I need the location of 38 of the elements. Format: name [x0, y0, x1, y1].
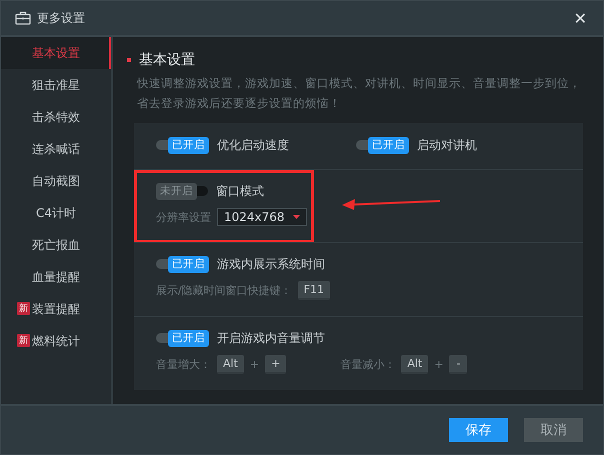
- toggle-label: 优化启动速度: [217, 136, 289, 154]
- toggle-label: 窗口模式: [216, 182, 264, 200]
- toggle-label: 游戏内展示系统时间: [217, 256, 325, 272]
- field-label: 分辨率设置: [156, 210, 211, 224]
- shortcut-label: 展示/隐藏时间窗口快捷键：: [156, 283, 292, 298]
- sidebar-item[interactable]: 血量提醒: [1, 261, 111, 293]
- key-cap[interactable]: F11: [298, 281, 330, 300]
- plus-sign: +: [434, 358, 444, 371]
- section-heading: 基本设置: [139, 51, 195, 69]
- close-button[interactable]: ✕: [570, 8, 591, 28]
- key-cap[interactable]: Alt: [217, 355, 244, 374]
- toggle-label: 开启游戏内音量调节: [217, 330, 325, 346]
- new-badge: 新: [17, 302, 30, 315]
- sidebar-item[interactable]: 基本设置: [1, 37, 111, 69]
- resolution-dropdown[interactable]: 1024x768: [217, 208, 307, 226]
- cancel-button[interactable]: 取消: [524, 418, 583, 442]
- plus-sign: +: [250, 358, 260, 371]
- sidebar-item[interactable]: 新 燃料统计: [1, 325, 111, 357]
- key-cap[interactable]: Alt: [401, 355, 428, 374]
- caret-icon: [292, 215, 300, 219]
- key-cap[interactable]: -: [449, 355, 468, 374]
- shortcut-label: 音量增大：: [156, 357, 211, 372]
- bullet-icon: [127, 58, 131, 62]
- sidebar-item[interactable]: 死亡报血: [1, 229, 111, 261]
- save-button[interactable]: 保存: [449, 418, 508, 442]
- toggle-label: 启动对讲机: [417, 136, 477, 154]
- key-cap[interactable]: +: [265, 355, 286, 374]
- toolbox-icon: [15, 11, 31, 25]
- sidebar-item[interactable]: 击杀特效: [1, 101, 111, 133]
- window-title: 更多设置: [37, 10, 86, 26]
- description: 快速调整游戏设置，游戏加速、窗口模式、对讲机、时间显示、音量调整一步到位，省去登录游戏后还要逐步设置的烦恼！: [137, 75, 582, 112]
- sidebar-item[interactable]: 自动截图: [1, 165, 111, 197]
- sidebar-item[interactable]: 新 装置提醒: [1, 293, 111, 325]
- sidebar-item[interactable]: 狙击准星: [1, 69, 111, 101]
- shortcut-label: 音量减小：: [340, 357, 396, 372]
- new-badge: 新: [17, 334, 30, 347]
- sidebar-item[interactable]: 连杀喊话: [1, 133, 111, 165]
- sidebar-item[interactable]: C4计时: [1, 197, 111, 229]
